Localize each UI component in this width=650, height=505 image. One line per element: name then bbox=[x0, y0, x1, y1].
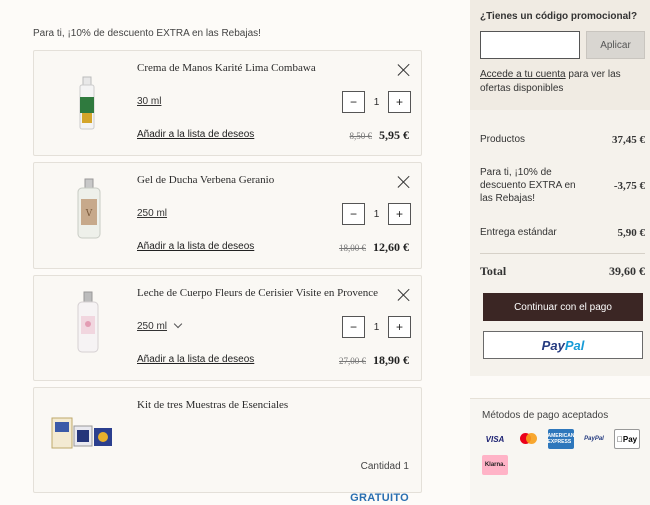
order-summary: Productos 37,45 € Para ti, ¡10% de descu… bbox=[470, 110, 650, 376]
discount-value: -3,75 € bbox=[613, 179, 645, 192]
qty-increase-button[interactable]: + bbox=[388, 316, 411, 338]
product-name[interactable]: Leche de Cuerpo Fleurs de Cerisier Visit… bbox=[137, 287, 378, 299]
payment-method-list: VISA AMERICAN EXPRESS PayPal Pay Klarna… bbox=[482, 429, 642, 475]
quantity-stepper: − 1 + bbox=[342, 91, 411, 113]
apple-pay-icon: Pay bbox=[614, 429, 640, 449]
products-value: 37,45 € bbox=[612, 134, 645, 146]
total-value: 39,60 € bbox=[609, 264, 645, 278]
amex-icon: AMERICAN EXPRESS bbox=[548, 429, 574, 449]
paypal-logo-part1: Pay bbox=[541, 337, 565, 353]
quantity-stepper: − 1 + bbox=[342, 203, 411, 225]
qty-value: 1 bbox=[373, 321, 380, 333]
shipping-value: 5,90 € bbox=[617, 227, 646, 239]
continue-to-payment-button[interactable]: Continuar con el pago bbox=[483, 293, 643, 321]
quantity-stepper: − 1 + bbox=[342, 316, 411, 338]
new-price: 12,60 € bbox=[373, 240, 409, 254]
qty-value: 1 bbox=[373, 96, 380, 108]
summary-row-discount: Para ti, ¡10% de descuento EXTRA en las … bbox=[480, 166, 645, 205]
free-price-label: GRATUITO bbox=[350, 492, 409, 504]
svg-text:V: V bbox=[85, 209, 93, 219]
promo-banner: Para ti, ¡10% de descuento EXTRA en las … bbox=[33, 28, 261, 39]
free-kit-item: Kit de tres Muestras de Esenciales Canti… bbox=[33, 387, 422, 504]
payment-methods-title: Métodos de pago aceptados bbox=[482, 410, 609, 421]
size-dropdown[interactable]: 250 ml bbox=[137, 319, 183, 332]
payment-methods: Métodos de pago aceptados VISA AMERICAN … bbox=[470, 398, 650, 505]
product-image-body-lotion bbox=[77, 291, 99, 353]
old-price: 27,00 € bbox=[339, 356, 366, 366]
remove-item-icon[interactable] bbox=[397, 63, 411, 77]
product-image-shower-gel: V bbox=[77, 178, 101, 239]
summary-row-products: Productos 37,45 € bbox=[480, 134, 645, 146]
paypal-logo-part2: Pal bbox=[564, 337, 585, 353]
size-label: 250 ml bbox=[137, 208, 168, 219]
visa-icon: VISA bbox=[485, 434, 505, 444]
price-block: 8,50 € 5,95 € bbox=[350, 128, 410, 143]
old-price: 8,50 € bbox=[349, 131, 373, 141]
add-to-wishlist-link[interactable]: Añadir a la lista de deseos bbox=[137, 129, 254, 140]
promo-code-panel: ¿Tienes un código promocional? Aplicar A… bbox=[470, 0, 650, 110]
add-to-wishlist-link[interactable]: Añadir a la lista de deseos bbox=[137, 241, 254, 252]
product-name[interactable]: Gel de Ducha Verbena Geranio bbox=[137, 174, 274, 186]
summary-row-shipping: Entrega estándar 5,90 € bbox=[480, 227, 645, 239]
price-block: 27,00 € 18,90 € bbox=[339, 353, 409, 368]
new-price: 5,95 € bbox=[379, 128, 409, 142]
size-label: 250 ml bbox=[137, 321, 168, 332]
klarna-icon: Klarna. bbox=[482, 455, 508, 475]
total-label: Total bbox=[480, 264, 507, 278]
cart-item: Crema de Manos Karité Lima Combawa 30 ml… bbox=[33, 50, 422, 156]
kit-quantity: Cantidad 1 bbox=[360, 461, 409, 472]
size-label: 30 ml bbox=[137, 96, 162, 107]
remove-item-icon[interactable] bbox=[397, 175, 411, 189]
paypal-icon: PayPal bbox=[584, 436, 604, 442]
add-to-wishlist-link[interactable]: Añadir a la lista de deseos bbox=[137, 354, 254, 365]
products-label: Productos bbox=[480, 134, 526, 145]
product-image-sample-kit bbox=[51, 417, 112, 449]
cart-item: Leche de Cuerpo Fleurs de Cerisier Visit… bbox=[33, 275, 422, 381]
qty-decrease-button[interactable]: − bbox=[342, 203, 365, 225]
discount-label: Para ti, ¡10% de descuento EXTRA en las … bbox=[480, 167, 576, 204]
apply-promo-button[interactable]: Aplicar bbox=[586, 31, 645, 59]
remove-item-icon[interactable] bbox=[397, 288, 411, 302]
login-prompt: Accede a tu cuenta para ver las ofertas … bbox=[480, 68, 650, 96]
price-block: 18,00 € 12,60 € bbox=[339, 240, 409, 255]
qty-decrease-button[interactable]: − bbox=[342, 91, 365, 113]
promo-code-title: ¿Tienes un código promocional? bbox=[480, 11, 638, 22]
shipping-label: Entrega estándar bbox=[480, 227, 557, 238]
promo-code-input[interactable] bbox=[480, 31, 580, 59]
summary-divider bbox=[480, 253, 645, 254]
product-name: Kit de tres Muestras de Esenciales bbox=[137, 399, 289, 411]
old-price: 18,00 € bbox=[339, 243, 366, 253]
product-image-hand-cream bbox=[79, 76, 95, 130]
cart-item: V Gel de Ducha Verbena Geranio 250 ml − … bbox=[33, 162, 422, 269]
chevron-down-icon bbox=[173, 319, 183, 329]
login-link[interactable]: Accede a tu cuenta bbox=[480, 69, 566, 80]
qty-increase-button[interactable]: + bbox=[388, 203, 411, 225]
qty-increase-button[interactable]: + bbox=[388, 91, 411, 113]
mastercard-icon bbox=[515, 429, 541, 449]
product-name[interactable]: Crema de Manos Karité Lima Combawa bbox=[137, 62, 316, 74]
qty-value: 1 bbox=[373, 208, 380, 220]
new-price: 18,90 € bbox=[373, 353, 409, 367]
summary-row-total: Total 39,60 € bbox=[480, 264, 645, 279]
qty-decrease-button[interactable]: − bbox=[342, 316, 365, 338]
paypal-button[interactable]: Pay Pal bbox=[483, 331, 643, 359]
